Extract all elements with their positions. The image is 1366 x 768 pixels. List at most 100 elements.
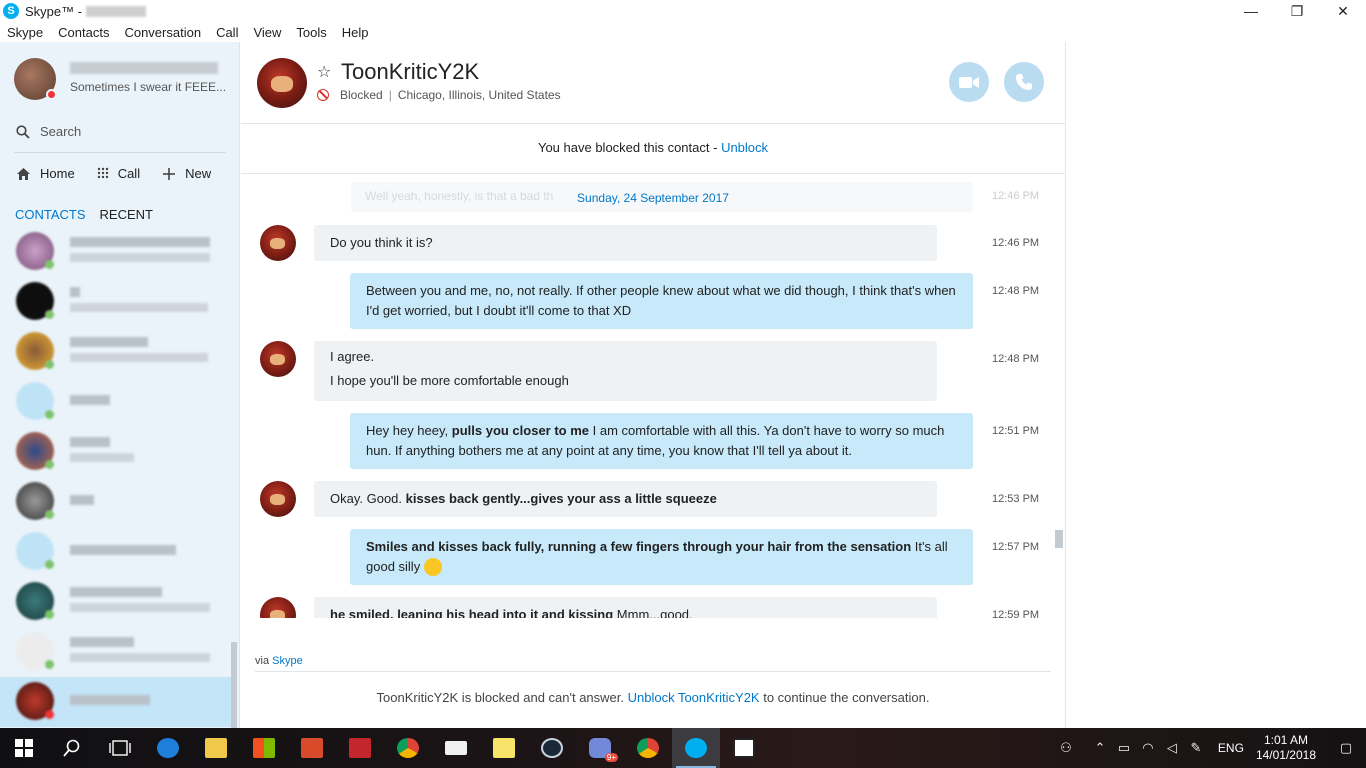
message-action-text: pulls you closer to me [451,423,590,438]
sender-avatar[interactable] [260,481,296,517]
sidebar-scrollbar[interactable] [231,642,237,728]
blocked-banner: You have blocked this contact - Unblock [241,124,1065,174]
contact-avatar[interactable] [257,58,307,108]
right-pane [1065,42,1366,728]
message-text: I agree. [330,349,375,364]
folder-icon [205,738,227,758]
message-incoming[interactable]: Do you think it is? [314,225,937,261]
taskbar-file-explorer[interactable] [192,728,240,768]
message-list[interactable]: Well yeah, honestly, is that a bad th 12… [241,174,1065,618]
task-view-button[interactable] [96,728,144,768]
taskbar-chrome-2[interactable] [624,728,672,768]
my-avatar[interactable] [14,58,57,100]
steam-icon [541,738,563,758]
list-item[interactable] [0,377,232,427]
list-item[interactable] [0,227,232,277]
sender-avatar[interactable] [260,341,296,377]
message-outgoing[interactable]: Smiles and kisses back fully, running a … [350,529,973,585]
avatar [16,682,54,720]
list-item[interactable] [0,477,232,527]
tab-recent[interactable]: RECENT [100,207,153,222]
taskbar-store[interactable] [240,728,288,768]
avatar [16,232,54,270]
chat-scrollbar[interactable] [1055,530,1063,548]
contact-name[interactable]: ToonKriticY2K [341,59,479,85]
conversation-header: ☆ ToonKriticY2K Blocked | Chicago, Illin… [241,42,1065,124]
store-icon [253,738,275,758]
nav-call-label: Call [117,166,141,181]
message-time: 12:46 PM [992,237,1040,249]
sender-avatar[interactable] [260,225,296,261]
taskbar-reader[interactable] [336,728,384,768]
menu-tools[interactable]: Tools [296,25,326,40]
unblock-link[interactable]: Unblock [721,140,768,155]
favorite-star-icon[interactable]: ☆ [317,62,331,82]
menu-view[interactable]: View [253,25,281,40]
sender-avatar[interactable] [260,597,296,618]
maximize-button[interactable]: ❐ [1274,0,1320,22]
audio-call-button[interactable] [1004,62,1044,102]
pen-icon[interactable]: ✎ [1184,740,1208,756]
action-center-icon[interactable]: ▢ [1334,740,1358,756]
message-text: Do you think it is? [330,235,433,250]
conversation-pane: ☆ ToonKriticY2K Blocked | Chicago, Illin… [241,42,1065,728]
list-item-selected[interactable] [0,677,232,727]
avatar [16,482,54,520]
list-item[interactable] [0,427,232,477]
taskbar-discord[interactable]: 9+ [576,728,624,768]
nav-call[interactable]: Call [97,166,140,181]
taskbar-chrome[interactable] [384,728,432,768]
taskbar-skype[interactable] [672,728,720,768]
list-item[interactable] [0,327,232,377]
message-time: 12:48 PM [992,353,1040,365]
search-box[interactable]: Search [16,124,81,139]
language-indicator[interactable]: ENG [1218,741,1244,755]
my-profile[interactable]: Sometimes I swear it FEEE... [14,58,234,102]
taskbar-sticky-notes[interactable] [480,728,528,768]
menu-conversation[interactable]: Conversation [124,25,201,40]
menu-help[interactable]: Help [342,25,369,40]
list-item[interactable] [0,577,232,627]
menu-contacts[interactable]: Contacts [58,25,109,40]
taskbar-steam[interactable] [528,728,576,768]
unblock-contact-link[interactable]: Unblock ToonKriticY2K [628,690,760,705]
start-button[interactable] [0,728,48,768]
via-label: via Skype [255,655,303,667]
message-incoming[interactable]: Okay. Good. kisses back gently...gives y… [314,481,937,517]
avatar [16,332,54,370]
taskbar-photos[interactable] [720,728,768,768]
menu-skype[interactable]: Skype [7,25,43,40]
people-icon[interactable]: ⚇ [1054,740,1078,756]
wifi-icon[interactable]: ◠ [1136,740,1160,756]
message-outgoing[interactable]: Between you and me, no, not really. If o… [350,273,973,329]
chevron-up-icon[interactable]: ⌃ [1088,740,1112,756]
close-button[interactable]: ✕ [1320,0,1366,22]
notification-badge: 9+ [604,753,618,762]
tab-contacts[interactable]: CONTACTS [15,207,86,222]
list-item[interactable] [0,527,232,577]
list-item[interactable] [0,627,232,677]
search-taskbar-button[interactable] [48,728,96,768]
message-incoming[interactable]: I agree. I hope you'll be more comfortab… [314,341,937,401]
battery-icon[interactable]: ▭ [1112,740,1136,756]
nav-home[interactable]: Home [16,166,75,181]
list-item[interactable] [0,277,232,327]
task-view-icon [109,740,131,756]
message-outgoing[interactable]: Hey hey heey, pulls you closer to me I a… [350,413,973,469]
nav-new[interactable]: New [162,166,211,181]
menu-call[interactable]: Call [216,25,238,40]
plus-icon [163,167,176,180]
mood-message[interactable]: Sometimes I swear it FEEE... [70,80,226,94]
volume-icon[interactable]: ◁ [1160,740,1184,756]
taskbar-app-red[interactable] [288,728,336,768]
taskbar-edge[interactable] [144,728,192,768]
message-incoming[interactable]: he smiled, leaning his head into it and … [314,597,937,618]
title-bar: S Skype™ - — ❐ ✕ [0,0,1366,22]
via-skype-link[interactable]: Skype [272,655,303,667]
minimize-button[interactable]: — [1228,0,1274,22]
video-call-button[interactable] [949,62,989,102]
windows-icon [15,739,33,757]
dialpad-icon [97,167,108,178]
taskbar-mail[interactable] [432,728,480,768]
clock[interactable]: 1:01 AM 14/01/2018 [1256,733,1316,763]
